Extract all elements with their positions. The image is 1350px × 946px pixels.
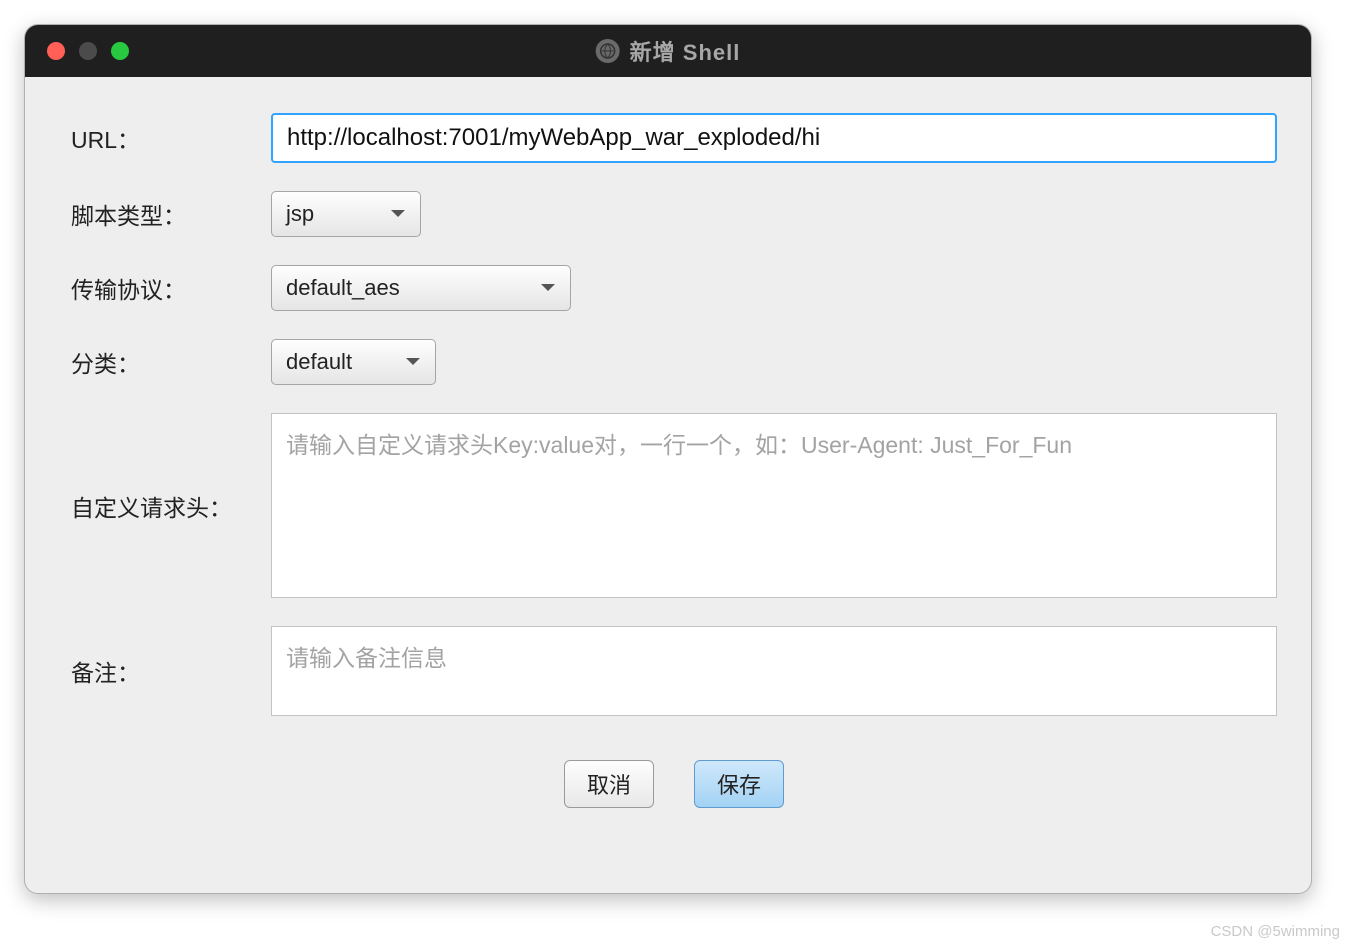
row-url: URL：: [71, 113, 1277, 163]
remark-label: 备注：: [71, 654, 271, 688]
row-custom-headers: 自定义请求头：: [71, 413, 1277, 598]
custom-headers-label: 自定义请求头：: [71, 489, 271, 523]
script-type-label: 脚本类型：: [71, 197, 271, 231]
protocol-value: default_aes: [286, 275, 400, 301]
protocol-select[interactable]: default_aes: [271, 265, 571, 311]
script-type-value: jsp: [286, 201, 314, 227]
remark-textarea[interactable]: [271, 626, 1277, 716]
row-script-type: 脚本类型： jsp: [71, 191, 1277, 237]
script-type-select[interactable]: jsp: [271, 191, 421, 237]
cancel-button[interactable]: 取消: [564, 760, 654, 808]
url-input[interactable]: [271, 113, 1277, 163]
chevron-down-icon: [390, 209, 406, 219]
chevron-down-icon: [540, 283, 556, 293]
traffic-lights: [25, 42, 129, 60]
dialog-window: 新增 Shell URL： 脚本类型： jsp 传输协议： default_ae…: [24, 24, 1312, 894]
window-close-button[interactable]: [47, 42, 65, 60]
url-label: URL：: [71, 121, 271, 155]
row-protocol: 传输协议： default_aes: [71, 265, 1277, 311]
category-value: default: [286, 349, 352, 375]
category-select[interactable]: default: [271, 339, 436, 385]
protocol-label: 传输协议：: [71, 271, 271, 305]
window-title: 新增 Shell: [596, 35, 741, 67]
window-title-text: 新增 Shell: [630, 35, 741, 67]
chevron-down-icon: [405, 357, 421, 367]
window-zoom-button[interactable]: [111, 42, 129, 60]
row-remark: 备注：: [71, 626, 1277, 716]
titlebar: 新增 Shell: [25, 25, 1311, 77]
window-minimize-button[interactable]: [79, 42, 97, 60]
custom-headers-textarea[interactable]: [271, 413, 1277, 598]
row-category: 分类： default: [71, 339, 1277, 385]
watermark: CSDN @5wimming: [1211, 923, 1340, 940]
app-icon: [596, 39, 620, 63]
category-label: 分类：: [71, 345, 271, 379]
button-bar: 取消 保存: [71, 760, 1277, 808]
form-area: URL： 脚本类型： jsp 传输协议： default_aes 分类：: [25, 77, 1311, 808]
save-button[interactable]: 保存: [694, 760, 784, 808]
